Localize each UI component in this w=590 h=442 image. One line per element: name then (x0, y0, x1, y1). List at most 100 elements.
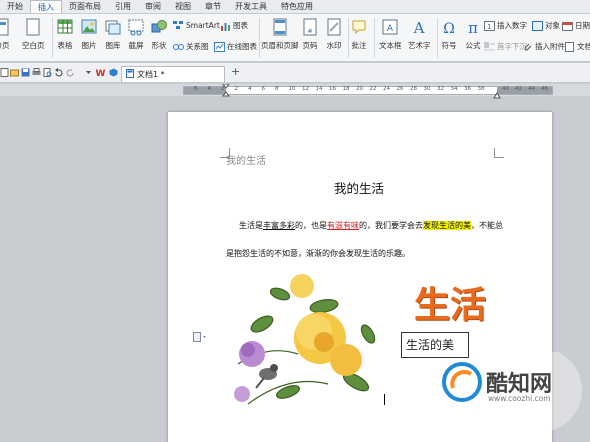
shapes-button[interactable]: 形状 (151, 14, 167, 51)
save-icon[interactable] (21, 68, 30, 77)
document-tab[interactable]: 文档1 * (121, 66, 225, 82)
screenshot-button[interactable]: 截屏 (128, 14, 144, 51)
picture-button[interactable]: 图片 (81, 14, 97, 51)
tab-references[interactable]: 引用 (108, 0, 138, 13)
chart-button[interactable]: 图表 (220, 20, 248, 31)
text-run: ，不能总 (471, 221, 503, 230)
text-run: 的，我们要学会去 (359, 221, 423, 230)
comment-button[interactable]: 批注 (351, 14, 367, 51)
watermark-button[interactable]: 水印 (326, 14, 342, 51)
dropdown-arrow-icon[interactable] (84, 68, 93, 77)
online-chart-button[interactable]: 在线图表 (214, 41, 257, 52)
header-footer-button[interactable]: 页眉和页脚 (261, 14, 299, 51)
print-preview-icon[interactable] (43, 68, 52, 77)
tab-insert[interactable]: 插入 (30, 0, 62, 13)
new-tab-button[interactable]: + (231, 65, 240, 78)
ruler-number: 14 (315, 86, 323, 92)
omega-icon: Ω (441, 18, 457, 37)
online-chart-icon (214, 41, 225, 52)
tab-page-layout[interactable]: 页面布局 (62, 0, 108, 13)
ruler-number: 46 (541, 86, 548, 92)
relationship-button[interactable]: 关系图 (173, 41, 209, 52)
print-icon[interactable] (32, 68, 41, 77)
symbol-label: 符号 (441, 41, 457, 50)
paste-options-icon[interactable] (193, 332, 207, 345)
tab-view[interactable]: 视图 (168, 0, 198, 13)
cover-page-button[interactable]: 分页 (0, 14, 10, 51)
highlighted-text: 发现生活的美 (423, 221, 471, 230)
ruler-number: 12 (302, 86, 309, 92)
table-button[interactable]: 表格 (57, 14, 73, 51)
wps-logo-icon[interactable]: W (96, 68, 106, 79)
ruler-number: 40 (502, 86, 509, 92)
ruler-number: 24 (383, 86, 390, 92)
formula-button[interactable]: π 公式 (465, 14, 481, 51)
ruler-left-margin (184, 87, 226, 94)
new-file-icon[interactable] (0, 68, 9, 77)
gallery-button[interactable]: 图库 (105, 14, 121, 51)
ribbon-divider (259, 18, 260, 58)
doc-parts-button[interactable]: 文档部 (564, 41, 590, 52)
indent-marker-icon[interactable] (222, 84, 230, 97)
blank-page-button[interactable]: 空白页 (22, 14, 45, 51)
peony-flower-image[interactable] (228, 264, 384, 412)
symbol-button[interactable]: Ω 符号 (441, 14, 457, 51)
screenshot-label: 截屏 (128, 41, 144, 50)
smartart-button[interactable]: SmartArt (173, 20, 220, 30)
date-button[interactable]: 日期 (562, 20, 590, 31)
undo-icon[interactable] (54, 68, 63, 77)
page-number-button[interactable]: # 页码 (302, 14, 318, 51)
object-icon (532, 20, 543, 31)
insert-number-label: 插入数字 (497, 21, 527, 30)
tab-chapter[interactable]: 章节 (198, 0, 228, 13)
shapes-icon (151, 18, 167, 36)
text-run: 的，也是 (295, 221, 327, 230)
svg-text:π: π (468, 19, 478, 36)
crop-mark-top-right (494, 148, 504, 158)
right-indent-marker-icon[interactable] (493, 90, 501, 99)
paperclip-icon (522, 42, 533, 52)
text-cursor (384, 394, 385, 405)
tab-review[interactable]: 审阅 (138, 0, 168, 13)
relationship-label: 关系图 (186, 42, 209, 51)
blank-page-label: 空白页 (22, 41, 45, 50)
svg-text:#: # (307, 28, 312, 35)
tab-developer[interactable]: 开发工具 (228, 0, 274, 13)
watermark-url: www.coozhi.com (488, 394, 551, 403)
cover-page-icon (0, 18, 10, 36)
ruler-number: 26 (396, 86, 404, 92)
insert-number-button[interactable]: 1 插入数字 (484, 20, 527, 31)
date-label: 日期 (575, 21, 590, 30)
gallery-icon (105, 18, 121, 36)
ribbon-divider (374, 18, 375, 58)
object-button[interactable]: 对象 (532, 20, 560, 31)
cloud-icon[interactable] (109, 68, 118, 77)
text-box-content: 生活的美 (406, 338, 455, 352)
ruler-number: 16 (329, 86, 336, 92)
redo-icon[interactable] (66, 68, 75, 77)
quick-access-bar: W 文档1 * + (0, 63, 590, 83)
red-underlined-text: 有滋有味 (327, 221, 359, 230)
ruler-number: 36 (464, 86, 471, 92)
tab-home[interactable]: 开始 (0, 0, 30, 13)
tab-special[interactable]: 特色应用 (274, 0, 320, 13)
header-text[interactable]: 我的生活 (226, 152, 266, 167)
picture-icon (81, 18, 97, 36)
text-box-button[interactable]: A 文本框 (379, 14, 402, 51)
paragraph-line-2[interactable]: 是抱怨生活的不如意，渐渐的你会发现生活的乐趣。 (226, 248, 410, 259)
insert-attachment-button[interactable]: 插入附件 (522, 41, 565, 52)
word-art-text[interactable]: 生活 (414, 276, 486, 328)
document-title[interactable]: 我的生活 (334, 178, 384, 197)
doc-parts-label: 文档部 (577, 42, 590, 51)
drop-cap-button[interactable]: 首字下沉 (484, 41, 527, 52)
paragraph-line-1[interactable]: 生活是丰富多彩的，也是有滋有味的，我们要学会去发现生活的美，不能总 (239, 220, 503, 231)
ribbon-divider (437, 18, 438, 58)
word-art-label: 艺术字 (408, 41, 431, 50)
open-folder-icon[interactable] (10, 68, 19, 77)
pi-icon: π (465, 18, 481, 37)
ribbon-insert: 分页 空白页 表格 图片 图库 截屏 形状 (0, 14, 590, 62)
ruler-number: 4 (207, 86, 212, 92)
horizontal-ruler[interactable]: 6 4 2 2 4 6 8 10 12 14 16 18 20 22 24 26 28 30 32 34 36 38 40… (183, 84, 553, 99)
word-art-button[interactable]: A 艺术字 (408, 14, 431, 51)
ruler-number: 10 (288, 86, 296, 92)
